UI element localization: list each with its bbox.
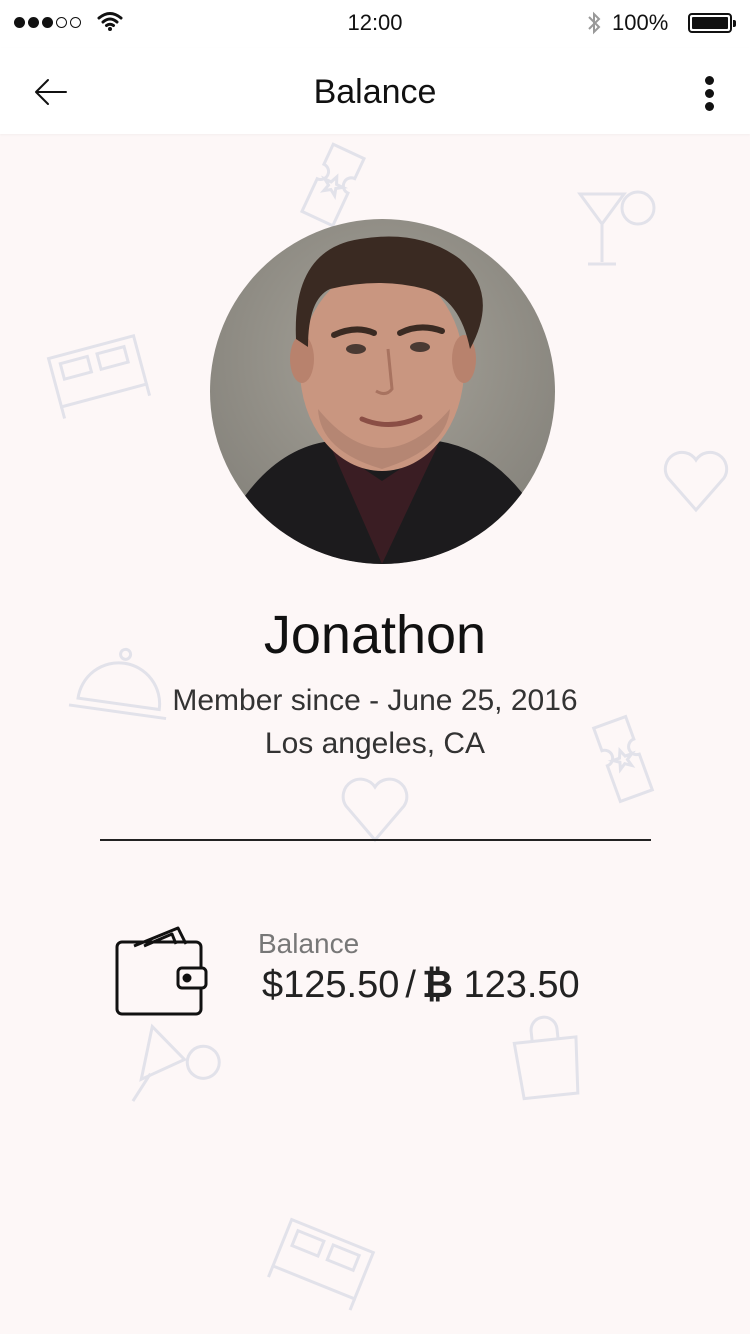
wallet-icon xyxy=(115,926,208,1016)
cocktail-glass-icon xyxy=(577,190,656,266)
bitcoin-icon: ₿ xyxy=(421,964,453,1006)
member-since-text: Member since - June 25, 2016 xyxy=(172,684,578,717)
balance-label: Balance xyxy=(258,928,360,959)
profile-photo xyxy=(210,236,555,564)
balance-btc: 123.50 xyxy=(463,964,580,1006)
balance-separator: / xyxy=(405,964,416,1006)
balance-amount: $125.50/₿ 123.50 xyxy=(262,964,580,1007)
avatar xyxy=(210,219,555,564)
shopping-bag-icon xyxy=(512,1015,580,1101)
balance-usd: $125.50 xyxy=(262,964,400,1006)
bluetooth-icon xyxy=(588,11,601,35)
page-title: Balance xyxy=(313,73,437,111)
location-text: Los angeles, CA xyxy=(264,727,486,760)
user-name: Jonathon xyxy=(263,605,487,665)
status-bar: 12:00 100% xyxy=(0,0,750,48)
ticket-icon xyxy=(299,142,367,228)
battery-icon xyxy=(688,13,736,33)
heart-icon xyxy=(663,450,729,513)
heart-icon xyxy=(341,777,409,843)
more-options-button[interactable] xyxy=(696,74,724,112)
battery-percentage: 100% xyxy=(612,10,669,35)
nav-bar: Balance xyxy=(0,48,750,134)
bed-icon xyxy=(46,333,152,419)
bed-icon xyxy=(267,1217,376,1311)
divider xyxy=(100,839,651,841)
cocktail-glass-icon xyxy=(131,1023,221,1102)
